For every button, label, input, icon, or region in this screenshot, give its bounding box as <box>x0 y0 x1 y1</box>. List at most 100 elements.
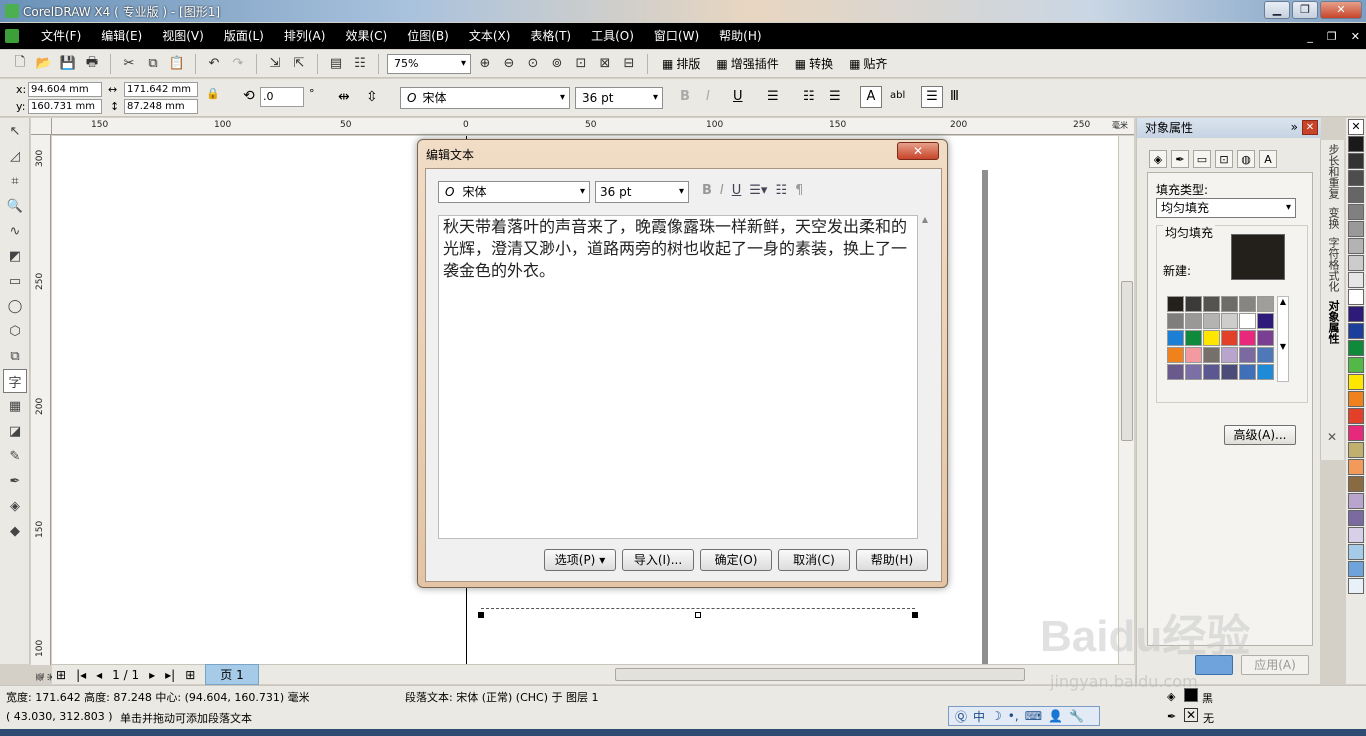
no-color-swatch[interactable]: ✕ <box>1348 119 1364 135</box>
menu-text[interactable]: 文本(X) <box>459 23 521 49</box>
palette-bar-swatch[interactable] <box>1348 544 1364 560</box>
ime-mode[interactable]: 中 <box>973 708 985 725</box>
doc-close-icon[interactable]: ✕ <box>1351 30 1360 43</box>
interactive-blend-tool-icon[interactable]: ◪ <box>3 419 27 443</box>
palette-bar-swatch[interactable] <box>1348 153 1364 169</box>
new-document-icon[interactable]: 🗋 <box>10 54 30 74</box>
outline-tab-icon[interactable]: ✒ <box>1171 150 1189 168</box>
side-tab-close-icon[interactable]: ✕ <box>1327 430 1337 444</box>
dialog-size-select[interactable]: 36 pt <box>595 181 689 203</box>
close-button[interactable]: ✕ <box>1320 1 1362 19</box>
width-input[interactable]: 171.642 mm <box>124 82 198 97</box>
menu-window[interactable]: 窗口(W) <box>644 23 709 49</box>
menu-arrange[interactable]: 排列(A) <box>274 23 336 49</box>
doc-restore-icon[interactable]: ❐ <box>1327 30 1337 43</box>
dialog-font-select[interactable]: O 宋体 <box>438 181 590 203</box>
minimize-button[interactable]: ▁ <box>1264 1 1290 19</box>
layout-button[interactable]: ▦ 排版 <box>656 55 706 72</box>
y-position-input[interactable]: 160.731 mm <box>28 99 102 114</box>
welcome-screen-icon[interactable]: ☷ <box>350 54 370 74</box>
horizontal-text-icon[interactable]: ☰ <box>921 86 943 108</box>
palette-swatch[interactable] <box>1221 313 1238 329</box>
eyedropper-tool-icon[interactable]: ✎ <box>3 444 27 468</box>
text-frame-selection[interactable] <box>481 608 915 610</box>
paste-icon[interactable]: 📋 <box>167 54 187 74</box>
height-input[interactable]: 87.248 mm <box>124 99 198 114</box>
rectangle-tool-icon[interactable]: ▭ <box>3 269 27 293</box>
tab-step-repeat[interactable]: 步长和重复 <box>1321 140 1345 203</box>
dialog-close-icon[interactable]: ✕ <box>897 142 939 160</box>
palette-swatch[interactable] <box>1185 313 1202 329</box>
zoom-selected-icon[interactable]: ⊙ <box>523 54 543 74</box>
palette-bar-swatch[interactable] <box>1348 289 1364 305</box>
general-tab-icon[interactable]: ▭ <box>1193 150 1211 168</box>
add-page-after-icon[interactable]: ⊞ <box>185 668 195 682</box>
text-tool-icon[interactable]: 字 <box>3 369 27 393</box>
selection-handle[interactable] <box>912 612 918 618</box>
palette-swatch[interactable] <box>1203 313 1220 329</box>
selection-handle[interactable] <box>478 612 484 618</box>
palette-swatch[interactable] <box>1257 347 1274 363</box>
pick-tool-icon[interactable]: ↖ <box>3 119 27 143</box>
add-page-icon[interactable]: ⊞ <box>56 668 66 682</box>
palette-bar-swatch[interactable] <box>1348 561 1364 577</box>
convert-button[interactable]: ▦ 转换 <box>789 55 839 72</box>
vertical-text-icon[interactable]: Ⅲ <box>950 89 959 104</box>
tab-character-format[interactable]: 字符格式化 <box>1321 233 1345 296</box>
palette-swatch[interactable] <box>1257 330 1274 346</box>
ime-keyboard-icon[interactable]: ⌨ <box>1025 709 1042 723</box>
application-launcher-icon[interactable]: ▤ <box>326 54 346 74</box>
palette-bar-swatch[interactable] <box>1348 442 1364 458</box>
internet-tab-icon[interactable]: ◍ <box>1237 150 1255 168</box>
palette-swatch[interactable] <box>1167 347 1184 363</box>
dialog-align-icon[interactable]: ☰▾ <box>749 183 767 198</box>
palette-swatch[interactable] <box>1203 347 1220 363</box>
menu-effects[interactable]: 效果(C) <box>335 23 397 49</box>
palette-swatch[interactable] <box>1257 296 1274 312</box>
palette-bar-swatch[interactable] <box>1348 323 1364 339</box>
help-button[interactable]: 帮助(H) <box>856 549 928 571</box>
palette-swatch[interactable] <box>1185 296 1202 312</box>
vertical-scroll-thumb[interactable] <box>1121 281 1133 441</box>
ok-button[interactable]: 确定(O) <box>700 549 772 571</box>
palette-swatch[interactable] <box>1221 364 1238 380</box>
prev-page-icon[interactable]: ◂ <box>96 668 102 682</box>
palette-bar-swatch[interactable] <box>1348 221 1364 237</box>
x-position-input[interactable]: 94.604 mm <box>28 82 102 97</box>
shape-tool-icon[interactable]: ◿ <box>3 144 27 168</box>
mirror-vertical-icon[interactable]: ⇳ <box>366 89 378 105</box>
palette-swatch[interactable] <box>1203 296 1220 312</box>
underline-icon[interactable]: U <box>733 89 743 104</box>
last-page-icon[interactable]: ▸| <box>165 668 175 682</box>
palette-bar-swatch[interactable] <box>1348 340 1364 356</box>
palette-swatch[interactable] <box>1239 313 1256 329</box>
palette-swatch[interactable] <box>1167 313 1184 329</box>
menu-edit[interactable]: 编辑(E) <box>91 23 152 49</box>
bullet-list-icon[interactable]: ☷ <box>803 89 815 104</box>
zoom-level-select[interactable]: 75% <box>387 53 471 74</box>
snap-button[interactable]: ▦ 贴齐 <box>843 55 893 72</box>
detail-tab-icon[interactable]: ⊡ <box>1215 150 1233 168</box>
zoom-all-icon[interactable]: ⊚ <box>547 54 567 74</box>
palette-swatch[interactable] <box>1185 347 1202 363</box>
palette-swatch[interactable] <box>1239 347 1256 363</box>
ellipse-tool-icon[interactable]: ◯ <box>3 294 27 318</box>
undo-icon[interactable]: ↶ <box>204 54 224 74</box>
ime-punct-icon[interactable]: •, <box>1008 709 1019 723</box>
menu-help[interactable]: 帮助(H) <box>709 23 771 49</box>
menu-tools[interactable]: 工具(O) <box>581 23 644 49</box>
text-edit-area[interactable]: 秋天带着落叶的声音来了，晚霞像露珠一样新鲜，天空发出柔和的光辉，澄清又渺小，道路… <box>438 215 918 539</box>
palette-swatch[interactable] <box>1167 330 1184 346</box>
palette-scrollbar[interactable]: ▲ ▼ <box>1277 296 1289 382</box>
import-button[interactable]: 导入(I)... <box>622 549 694 571</box>
palette-bar-swatch[interactable] <box>1348 357 1364 373</box>
palette-bar-swatch[interactable] <box>1348 306 1364 322</box>
enhance-plugin-button[interactable]: ▦ 增强插件 <box>710 55 784 72</box>
palette-bar-swatch[interactable] <box>1348 391 1364 407</box>
fill-type-select[interactable]: 均匀填充 <box>1156 198 1296 218</box>
ime-user-icon[interactable]: 👤 <box>1048 709 1063 723</box>
fill-tab-icon[interactable]: ◈ <box>1149 150 1167 168</box>
docker-close-icon[interactable]: ✕ <box>1302 120 1318 135</box>
next-page-icon[interactable]: ▸ <box>149 668 155 682</box>
basic-shapes-tool-icon[interactable]: ⧉ <box>3 344 27 368</box>
